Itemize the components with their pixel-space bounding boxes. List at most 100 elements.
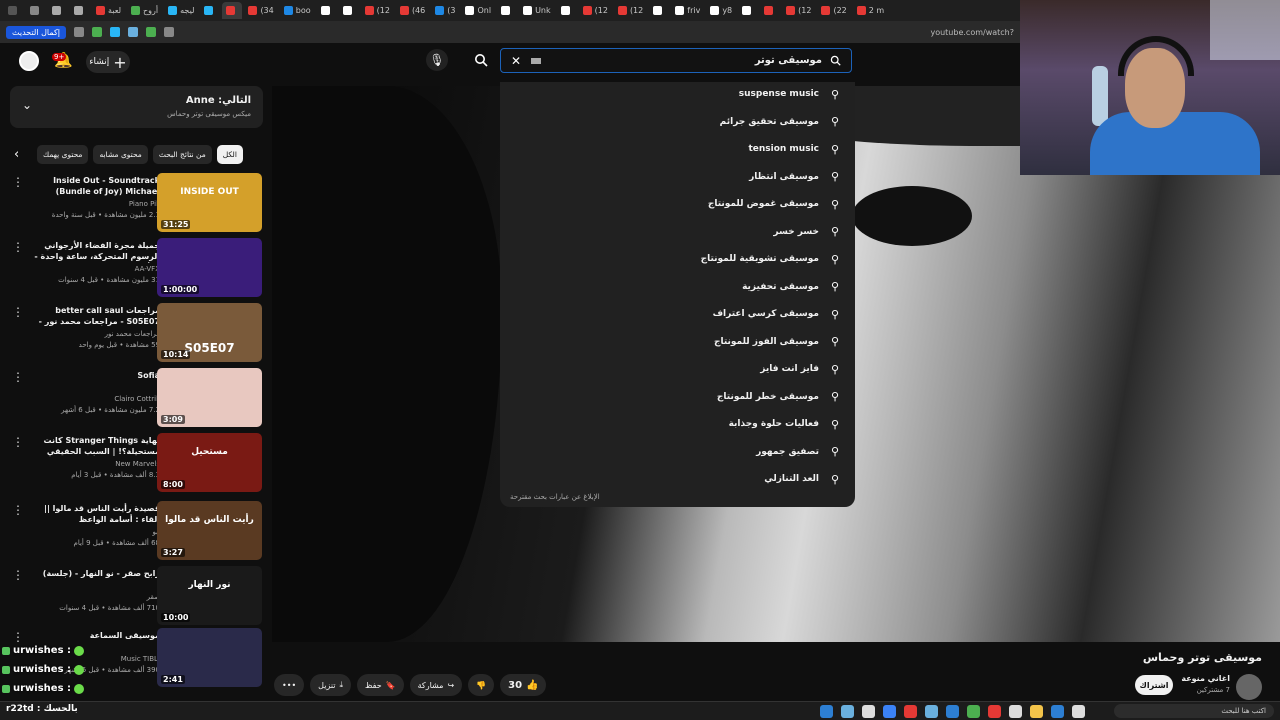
save-button[interactable]: حفظ 🔖 bbox=[357, 674, 404, 696]
video-item-channel[interactable]: ابو bbox=[24, 528, 160, 536]
video-thumbnail[interactable]: 3:09 bbox=[157, 368, 262, 427]
chevron-down-icon[interactable]: ⌄ bbox=[22, 98, 32, 112]
taskbar-app-icon[interactable] bbox=[946, 705, 959, 718]
taskbar-app-icon[interactable] bbox=[988, 705, 1001, 718]
suggestions-report-link[interactable]: الإبلاغ عن عبارات بحث مقترحة bbox=[510, 493, 600, 501]
suggestion-item[interactable]: تصفيق جمهور ⚲ bbox=[521, 443, 841, 461]
browser-tab[interactable]: Unk bbox=[519, 2, 555, 19]
browser-tab[interactable] bbox=[497, 2, 517, 19]
list-item[interactable]: ⋮ قصيدة رأيت الناس قد مالوا || إلقاء : أس… bbox=[8, 501, 264, 561]
browser-tab[interactable]: (12 bbox=[782, 2, 815, 19]
suggestion-item[interactable]: موسيقى كرسي اعتراف ⚲ bbox=[521, 305, 841, 323]
update-button[interactable]: إكمال التحديث bbox=[6, 25, 66, 39]
more-vert-icon[interactable]: ⋮ bbox=[12, 175, 24, 189]
more-vert-icon[interactable]: ⋮ bbox=[12, 370, 24, 384]
list-item[interactable]: ⋮ نهاية Stranger Things كانت مستحيلة؟! | … bbox=[8, 433, 264, 493]
video-thumbnail[interactable]: INSIDE OUT 31:25 bbox=[157, 173, 262, 232]
video-item-title[interactable]: Sofia bbox=[24, 370, 160, 381]
more-vert-icon[interactable]: ⋮ bbox=[12, 240, 24, 254]
video-thumbnail[interactable]: 1:00:00 bbox=[157, 238, 262, 297]
video-thumbnail[interactable]: رأيت الناس قد مالوا 3:27 bbox=[157, 501, 262, 560]
download-button[interactable]: تنزيل ⤓ bbox=[310, 674, 352, 696]
video-item-title[interactable]: Inside Out - Soundtrack (Bundle of Joy) … bbox=[24, 175, 160, 198]
taskbar-app-icon[interactable] bbox=[1009, 705, 1022, 718]
dislike-button[interactable]: 👎 bbox=[468, 674, 495, 696]
browser-tab[interactable] bbox=[738, 2, 758, 19]
browser-tab[interactable]: ليجه bbox=[164, 2, 198, 19]
more-vert-icon[interactable]: ⋮ bbox=[12, 305, 24, 319]
video-thumbnail[interactable]: مستحيل 8:00 bbox=[157, 433, 262, 492]
browser-tab[interactable] bbox=[317, 2, 337, 19]
video-item-title[interactable]: رابح صقر - نو النهار - (جلسة) bbox=[24, 568, 160, 579]
search-query[interactable]: موسيقى توتر bbox=[755, 55, 822, 66]
suggestion-item[interactable]: موسيقى تشويقية للمونتاج ⚲ bbox=[521, 250, 841, 268]
suggestion-item[interactable]: موسيقى تحفيزية ⚲ bbox=[521, 278, 841, 296]
filter-chip[interactable]: من نتائج البحث bbox=[152, 144, 212, 164]
search-input[interactable]: ✕ موسيقى توتر bbox=[500, 48, 852, 73]
extension-icon[interactable] bbox=[73, 27, 84, 37]
video-item-channel[interactable]: مراجعات محمد نور bbox=[24, 330, 160, 338]
video-item-title[interactable]: نهاية Stranger Things كانت مستحيلة؟! | ا… bbox=[24, 435, 160, 457]
video-item-channel[interactable]: AA-VFX bbox=[24, 265, 160, 273]
suggestion-item[interactable]: tension music ⚲ bbox=[521, 140, 841, 158]
search-button[interactable] bbox=[464, 48, 498, 72]
filter-chip[interactable]: الكل bbox=[216, 144, 243, 164]
browser-tab[interactable]: Onl bbox=[461, 2, 495, 19]
avatar[interactable] bbox=[19, 51, 39, 71]
subscribe-button[interactable]: اشتراك bbox=[1135, 675, 1173, 695]
browser-tab[interactable]: (46 bbox=[396, 2, 429, 19]
browser-tab[interactable] bbox=[200, 2, 220, 19]
up-next-panel[interactable]: ⌄ التالي: Anne ميكس موسيقى توتر وحماس bbox=[10, 86, 263, 128]
extension-icon[interactable] bbox=[91, 27, 102, 37]
taskbar-app-icon[interactable] bbox=[883, 705, 896, 718]
video-item-channel[interactable]: New Marvels bbox=[24, 460, 160, 468]
video-item-channel[interactable]: Piano Pill bbox=[24, 200, 160, 208]
taskbar-app-icon[interactable] bbox=[820, 705, 833, 718]
browser-tab[interactable]: 2 m bbox=[853, 2, 888, 19]
chevron-left-icon[interactable]: ‹ bbox=[14, 147, 32, 162]
channel-avatar[interactable] bbox=[1236, 674, 1262, 700]
suggestion-item[interactable]: موسيقى الفوز للمونتاج ⚲ bbox=[521, 333, 841, 351]
browser-tab[interactable] bbox=[222, 2, 243, 19]
more-vert-icon[interactable]: ⋮ bbox=[12, 630, 24, 644]
extension-icon[interactable] bbox=[127, 27, 138, 37]
list-item[interactable]: ⋮ Inside Out - Soundtrack (Bundle of Joy)… bbox=[8, 173, 264, 233]
browser-tab[interactable]: boo bbox=[280, 2, 315, 19]
suggestion-item[interactable]: فايز انت فايز ⚲ bbox=[521, 360, 841, 378]
browser-tab[interactable]: (12 bbox=[361, 2, 394, 19]
suggestion-item[interactable]: فعاليات حلوة وجذابة ⚲ bbox=[521, 415, 841, 433]
browser-tab[interactable]: (34 bbox=[244, 2, 277, 19]
video-item-title[interactable]: جميلة مجرة الفضاء الأرجواني الرسوم المتح… bbox=[24, 240, 160, 263]
more-vert-icon[interactable]: ⋮ bbox=[12, 568, 24, 582]
more-vert-icon[interactable]: ⋮ bbox=[12, 435, 24, 449]
suggestion-item[interactable]: موسيقى انتظار ⚲ bbox=[521, 168, 841, 186]
extension-icon[interactable] bbox=[109, 27, 120, 37]
taskbar-app-icon[interactable] bbox=[904, 705, 917, 718]
video-item-channel[interactable]: Music TIBLI bbox=[24, 655, 160, 663]
create-button[interactable]: إنشاء + bbox=[86, 51, 130, 73]
browser-tab[interactable]: friv bbox=[671, 2, 704, 19]
browser-tab[interactable] bbox=[48, 2, 68, 19]
suggestion-item[interactable]: موسيقى خطر للمونتاج ⚲ bbox=[521, 388, 841, 406]
filter-chip[interactable]: محتوى يهمك bbox=[37, 144, 89, 164]
taskbar-app-icon[interactable] bbox=[1030, 705, 1043, 718]
video-item-channel[interactable]: صقر bbox=[24, 593, 160, 601]
suggestion-item[interactable]: موسيقى تحقيق جرائم ⚲ bbox=[521, 113, 841, 131]
video-thumbnail[interactable]: S05E07 10:14 bbox=[157, 303, 262, 362]
mic-icon[interactable]: 🎙 bbox=[426, 49, 448, 71]
browser-tab[interactable]: (12 bbox=[579, 2, 612, 19]
browser-tab[interactable] bbox=[557, 2, 577, 19]
video-item-title[interactable]: قصيدة رأيت الناس قد مالوا || إلقاء : أسا… bbox=[24, 503, 160, 525]
taskbar-app-icon[interactable] bbox=[925, 705, 938, 718]
browser-tab[interactable]: (3 bbox=[431, 2, 459, 19]
address-url[interactable]: youtube.com/watch? bbox=[930, 28, 1014, 37]
list-item[interactable]: ⋮ جميلة مجرة الفضاء الأرجواني الرسوم المت… bbox=[8, 238, 264, 298]
channel-name[interactable]: اغاني منوعة bbox=[1181, 674, 1230, 683]
suggestion-item[interactable]: خسر خسر ⚲ bbox=[521, 223, 841, 241]
more-vert-icon[interactable]: ⋮ bbox=[12, 503, 24, 517]
taskbar-app-icon[interactable] bbox=[1072, 705, 1085, 718]
filter-chip[interactable]: محتوى مشابه bbox=[93, 144, 148, 164]
browser-tab[interactable] bbox=[760, 2, 780, 19]
video-thumbnail[interactable]: 2:41 bbox=[157, 628, 262, 687]
taskbar-app-icon[interactable] bbox=[862, 705, 875, 718]
